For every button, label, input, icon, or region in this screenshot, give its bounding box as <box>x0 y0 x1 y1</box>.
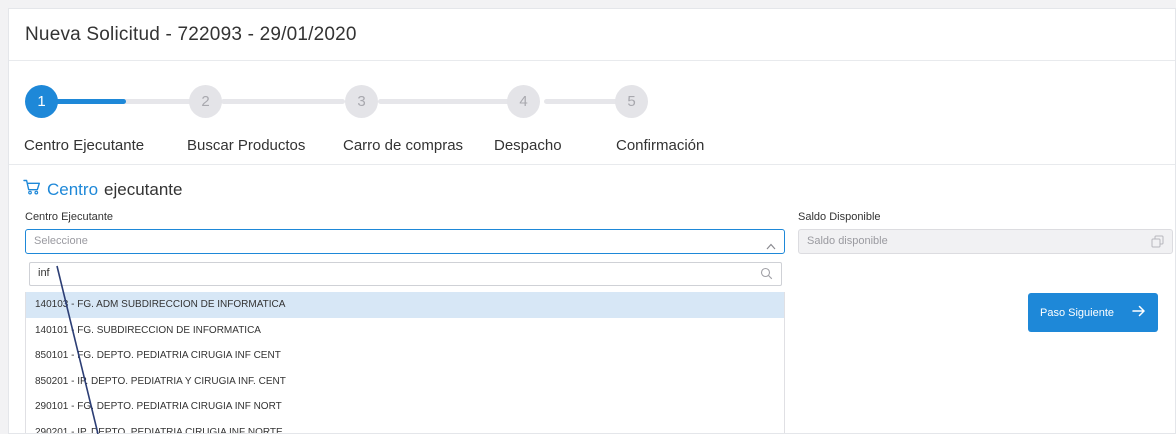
step-1-circle[interactable]: 1 <box>25 85 58 118</box>
saldo-disponible-field: Saldo disponible <box>798 229 1173 254</box>
search-value: inf <box>38 267 50 279</box>
copy-icon <box>1151 235 1164 253</box>
step-4-circle[interactable]: 4 <box>507 85 540 118</box>
arrow-right-icon <box>1132 305 1146 320</box>
section-title-accent: Centro <box>47 179 99 199</box>
centro-ejecutante-select[interactable]: Seleccione <box>25 229 785 254</box>
step-track-2 <box>221 99 345 104</box>
option-item[interactable]: 850101 - FG. DEPTO. PEDIATRIA CIRUGIA IN… <box>26 343 784 369</box>
step-3-label[interactable]: Carro de compras <box>343 137 463 154</box>
step-track-4 <box>544 99 620 104</box>
select-placeholder: Seleccione <box>34 235 88 247</box>
step-progress-fill <box>46 99 126 104</box>
saldo-placeholder: Saldo disponible <box>807 235 888 247</box>
title-divider <box>9 60 1175 61</box>
step-3-circle[interactable]: 3 <box>345 85 378 118</box>
step-track-3 <box>378 99 512 104</box>
step-2-label[interactable]: Buscar Productos <box>187 137 305 154</box>
step-2-circle[interactable]: 2 <box>189 85 222 118</box>
next-step-button[interactable]: Paso Siguiente <box>1028 293 1158 332</box>
cart-icon <box>23 179 41 200</box>
option-item[interactable]: 140101 - FG. SUBDIRECCION DE INFORMATICA <box>26 318 784 344</box>
step-5-label[interactable]: Confirmación <box>616 137 704 154</box>
option-item[interactable]: 290201 - IP. DEPTO. PEDIATRIA CIRUGIA IN… <box>26 420 784 434</box>
chevron-up-icon[interactable] <box>766 237 776 255</box>
stepper: 1 2 3 4 5 Centro Ejecutante Buscar Produ… <box>9 81 1175 171</box>
section-title-rest: ejecutante <box>104 179 183 199</box>
stepper-divider <box>9 164 1175 165</box>
step-5-circle[interactable]: 5 <box>615 85 648 118</box>
centro-ejecutante-label: Centro Ejecutante <box>25 211 114 223</box>
search-input[interactable]: inf <box>29 262 782 286</box>
option-item[interactable]: 140103 - FG. ADM SUBDIRECCION DE INFORMA… <box>26 292 784 318</box>
request-card: Nueva Solicitud - 722093 - 29/01/2020 1 … <box>8 8 1176 434</box>
section-heading: Centro ejecutante <box>23 179 182 200</box>
saldo-disponible-label: Saldo Disponible <box>798 211 881 223</box>
search-icon <box>760 267 773 285</box>
options-list: 140103 - FG. ADM SUBDIRECCION DE INFORMA… <box>25 292 785 434</box>
option-item[interactable]: 290101 - FG. DEPTO. PEDIATRIA CIRUGIA IN… <box>26 394 784 420</box>
option-item[interactable]: 850201 - IP. DEPTO. PEDIATRIA Y CIRUGIA … <box>26 369 784 395</box>
step-1-label[interactable]: Centro Ejecutante <box>24 137 144 154</box>
step-4-label[interactable]: Despacho <box>494 137 562 154</box>
next-step-label: Paso Siguiente <box>1040 306 1114 319</box>
page-title: Nueva Solicitud - 722093 - 29/01/2020 <box>25 24 357 45</box>
